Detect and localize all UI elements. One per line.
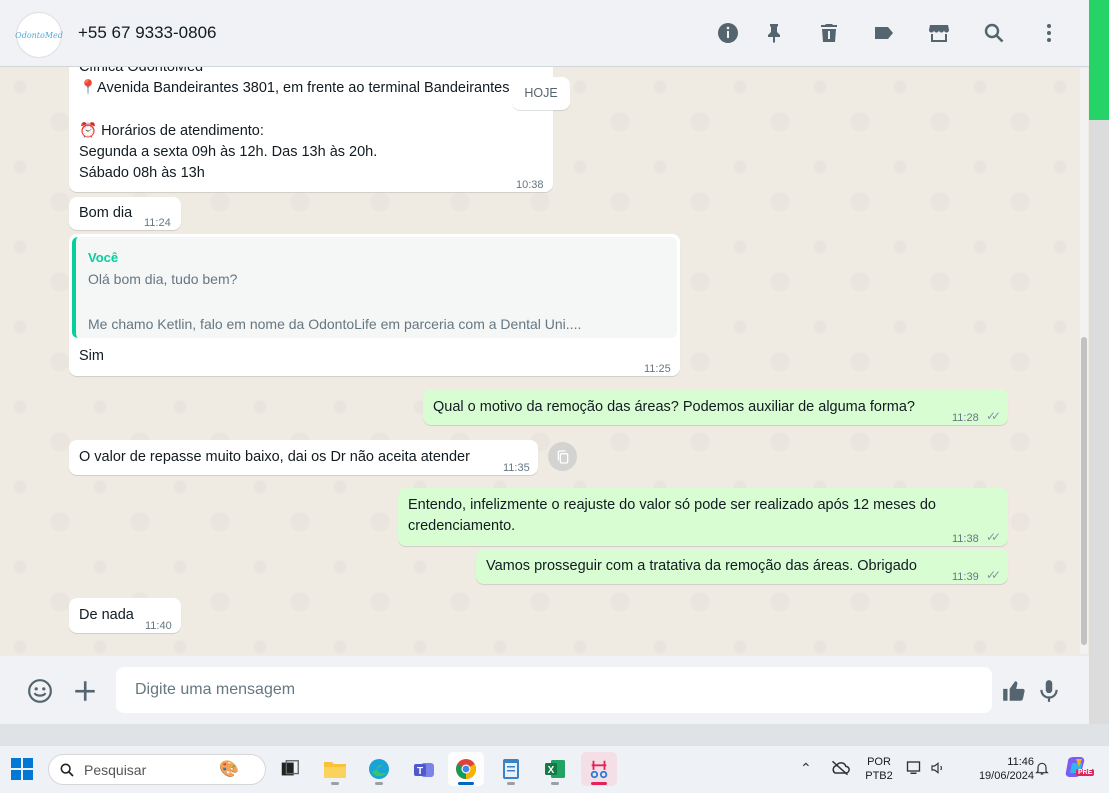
read-ticks-icon: ✓✓ (986, 409, 1001, 423)
message-incoming[interactable]: De nada 11:40 (69, 598, 181, 633)
quote-text: Me chamo Ketlin, falo em nome da OdontoL… (88, 316, 582, 332)
excel-icon[interactable]: X (537, 752, 573, 786)
message-line: Entendo, infelizmente o reajuste do valo… (408, 497, 936, 513)
message-time: 11:24 (144, 217, 171, 229)
read-ticks-icon: ✓✓ (986, 568, 1001, 582)
message-text: Sim (79, 348, 104, 364)
message-text: Vamos prosseguir com a tratativa da remo… (486, 558, 917, 574)
thumbs-up-icon[interactable] (999, 676, 1029, 706)
snipping-tool-icon[interactable] (581, 752, 617, 786)
message-incoming-reply[interactable]: Você Olá bom dia, tudo bem? Me chamo Ket… (69, 234, 680, 376)
info-icon[interactable] (715, 20, 741, 46)
teams-icon[interactable]: T (406, 752, 442, 786)
network-icon[interactable] (906, 760, 924, 781)
pin-icon[interactable] (761, 20, 787, 46)
message-line: ⏰ Horários de atendimento: (79, 123, 264, 139)
clock-date: 19/06/2024 (978, 770, 1034, 782)
search-icon[interactable] (981, 20, 1007, 46)
compose-bar (0, 656, 1089, 724)
quoted-message[interactable]: Você Olá bom dia, tudo bem? Me chamo Ket… (72, 237, 677, 338)
emoji-icon[interactable] (25, 676, 55, 706)
quote-author: Você (88, 250, 119, 265)
contact-name[interactable]: +55 67 9333-0806 (78, 23, 217, 43)
delete-icon[interactable] (816, 20, 842, 46)
window-edge (1089, 120, 1109, 724)
chat-header: OdontoMed +55 67 9333-0806 (0, 0, 1089, 67)
copilot-icon[interactable]: PRE (1064, 755, 1095, 781)
message-time: 11:28 (952, 412, 979, 424)
notification-bell-icon[interactable] (1034, 759, 1050, 782)
message-text: Qual o motivo da remoção das áreas? Pode… (433, 399, 915, 415)
notepad-icon[interactable] (493, 752, 529, 786)
onedrive-off-icon[interactable] (830, 759, 850, 782)
message-text: Clínica OdontoMed 📍Avenida Bandeirantes … (79, 67, 511, 184)
start-button[interactable] (4, 752, 40, 786)
chat-scrollbar-thumb[interactable] (1081, 337, 1087, 645)
language-line: POR (867, 756, 891, 768)
message-line: Segunda a sexta 09h às 12h. Das 13h às 2… (79, 144, 378, 160)
message-time: 11:35 (503, 462, 530, 474)
clock-time: 11:46 (1007, 756, 1034, 768)
message-text: De nada (79, 607, 134, 623)
message-time: 11:39 (952, 571, 979, 583)
quote-text: Olá bom dia, tudo bem? (88, 271, 238, 287)
message-line: 📍Avenida Bandeirantes 3801, em frente ao… (79, 80, 510, 96)
label-icon[interactable] (871, 20, 897, 46)
message-time: 11:38 (952, 533, 979, 545)
message-line: Clínica OdontoMed (79, 67, 204, 75)
task-view-button[interactable] (272, 752, 308, 786)
menu-icon[interactable] (1036, 20, 1062, 46)
message-time: 11:25 (644, 363, 671, 375)
message-incoming[interactable]: Bom dia 11:24 (69, 197, 181, 230)
search-label: Pesquisar (84, 762, 147, 778)
copilot-badge: PRE (1076, 769, 1095, 776)
attach-plus-icon[interactable] (70, 676, 100, 706)
message-outgoing[interactable]: Vamos prosseguir com a tratativa da remo… (476, 549, 1008, 584)
system-clock[interactable]: 11:46 19/06/2024 (958, 755, 1034, 783)
svg-text:X: X (548, 765, 555, 776)
message-text: Bom dia (79, 205, 133, 221)
message-incoming[interactable]: O valor de repasse muito baixo, dai os D… (69, 440, 538, 475)
tray-chevron-up-icon[interactable]: ⌃ (800, 760, 812, 777)
message-input[interactable] (116, 667, 992, 713)
file-explorer-icon[interactable] (317, 752, 353, 786)
date-badge: HOJE (512, 77, 570, 110)
catalog-icon[interactable] (926, 20, 952, 46)
microphone-icon[interactable] (1034, 676, 1064, 706)
keyboard-layout-line: PTB2 (865, 770, 893, 782)
avatar-logo-text: OdontoMed (15, 30, 63, 40)
read-ticks-icon: ✓✓ (986, 530, 1001, 544)
whatsapp-window: OdontoMed +55 67 9333-0806 Clínica Odont… (0, 0, 1089, 724)
forward-icon[interactable] (548, 442, 577, 471)
message-outgoing[interactable]: Entendo, infelizmente o reajuste do valo… (398, 488, 1008, 546)
windows-taskbar: Pesquisar 🎨 T X ⌃ POR PTB2 11:46 19/06/2… (0, 745, 1109, 793)
chat-area[interactable]: Clínica OdontoMed 📍Avenida Bandeirantes … (0, 67, 1089, 657)
volume-icon[interactable] (930, 760, 946, 781)
window-edge-accent (1089, 0, 1109, 120)
edge-icon[interactable] (361, 752, 397, 786)
language-indicator[interactable]: POR PTB2 (862, 755, 896, 783)
message-time: 10:38 (516, 179, 544, 191)
message-line: Sábado 08h às 13h (79, 165, 205, 181)
message-incoming[interactable]: Clínica OdontoMed 📍Avenida Bandeirantes … (69, 67, 553, 192)
chrome-icon[interactable] (448, 752, 484, 786)
taskbar-search[interactable]: Pesquisar 🎨 (48, 754, 266, 785)
message-text: O valor de repasse muito baixo, dai os D… (79, 449, 470, 465)
svg-text:T: T (417, 766, 423, 777)
message-line: credenciamento. (408, 518, 516, 534)
search-highlight-icon: 🎨 (219, 761, 239, 778)
search-icon (60, 763, 74, 777)
message-time: 11:40 (145, 620, 172, 632)
message-text: Entendo, infelizmente o reajuste do valo… (408, 495, 936, 537)
avatar[interactable]: OdontoMed (15, 12, 63, 58)
message-outgoing[interactable]: Qual o motivo da remoção das áreas? Pode… (423, 389, 1008, 425)
